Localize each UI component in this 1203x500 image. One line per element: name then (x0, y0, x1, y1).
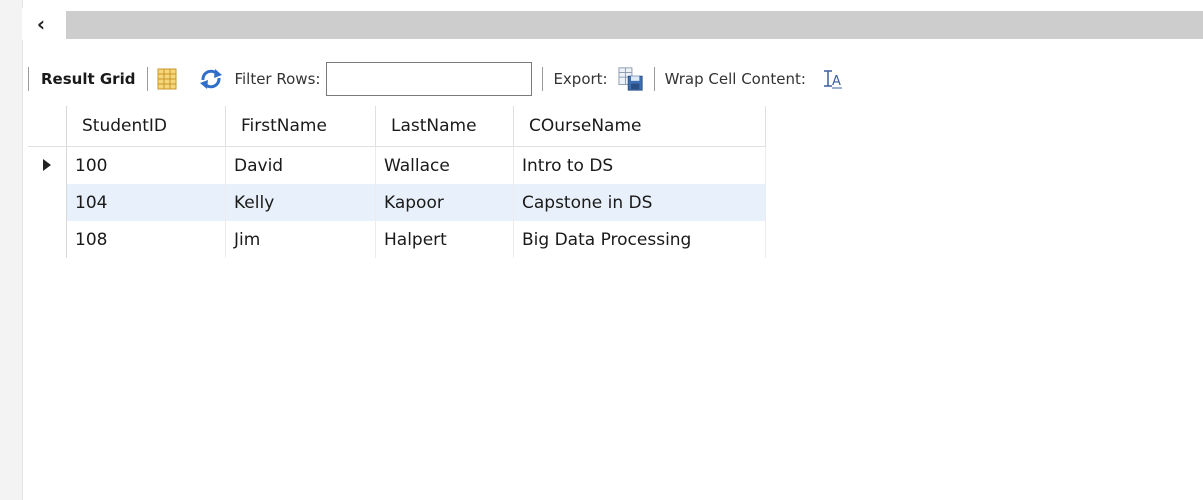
toolbar-separator (147, 67, 149, 91)
table-row[interactable]: 104 Kelly Kapoor Capstone in DS (28, 184, 766, 221)
toolbar-separator (542, 67, 544, 91)
current-row-arrow-icon (43, 158, 51, 171)
column-header-firstname[interactable]: FirstName (225, 106, 376, 147)
table-header-row: StudentID FirstName LastName COurseName (28, 106, 766, 147)
cell-studentid[interactable]: 100 (66, 146, 226, 184)
row-selector[interactable] (28, 221, 67, 258)
wrap-cell-content-label: Wrap Cell Content: (664, 70, 806, 88)
cell-lastname[interactable]: Kapoor (375, 184, 514, 221)
row-header-corner (28, 106, 67, 147)
result-grid-table: StudentID FirstName LastName COurseName … (28, 106, 766, 258)
toolbar-separator (28, 67, 29, 91)
cell-studentid[interactable]: 104 (66, 184, 226, 221)
svg-text:A: A (832, 74, 841, 89)
scroll-left-icon[interactable]: ‹ (30, 14, 52, 36)
column-header-lastname[interactable]: LastName (375, 106, 514, 147)
cell-firstname[interactable]: Kelly (225, 184, 376, 221)
cell-lastname[interactable]: Halpert (375, 221, 514, 258)
filter-rows-input[interactable] (326, 62, 533, 96)
result-toolbar: Result Grid Filter Rows: Export: Wrap Ce… (22, 54, 1203, 104)
panel-left-edge (0, 0, 23, 500)
cell-coursename[interactable]: Capstone in DS (513, 184, 766, 221)
column-header-coursename[interactable]: COurseName (513, 106, 766, 147)
cell-coursename[interactable]: Big Data Processing (513, 221, 766, 258)
refresh-icon[interactable] (198, 66, 224, 92)
export-save-icon[interactable] (618, 66, 644, 92)
table-row[interactable]: 108 Jim Halpert Big Data Processing (28, 221, 766, 258)
export-label: Export: (553, 70, 608, 88)
result-grid-panel: ‹ Result Grid Filter Rows: Export: Wrap … (0, 0, 1203, 500)
row-selector[interactable] (28, 184, 67, 221)
wrap-text-icon[interactable]: A (820, 66, 846, 92)
cell-firstname[interactable]: David (225, 146, 376, 184)
filter-rows-label: Filter Rows: (234, 70, 321, 88)
grid-layout-icon[interactable] (154, 66, 180, 92)
horizontal-scrollbar[interactable]: ‹ (22, 8, 1203, 40)
column-header-studentid[interactable]: StudentID (66, 106, 226, 147)
toolbar-separator (653, 67, 655, 91)
cell-lastname[interactable]: Wallace (375, 146, 514, 184)
table-row[interactable]: 100 David Wallace Intro to DS (28, 146, 766, 184)
cell-firstname[interactable]: Jim (225, 221, 376, 258)
cell-studentid[interactable]: 108 (66, 221, 226, 258)
row-selector[interactable] (28, 146, 67, 184)
scrollbar-track[interactable] (66, 11, 1203, 39)
result-grid-button[interactable]: Result Grid (35, 70, 141, 88)
cell-coursename[interactable]: Intro to DS (513, 146, 766, 184)
